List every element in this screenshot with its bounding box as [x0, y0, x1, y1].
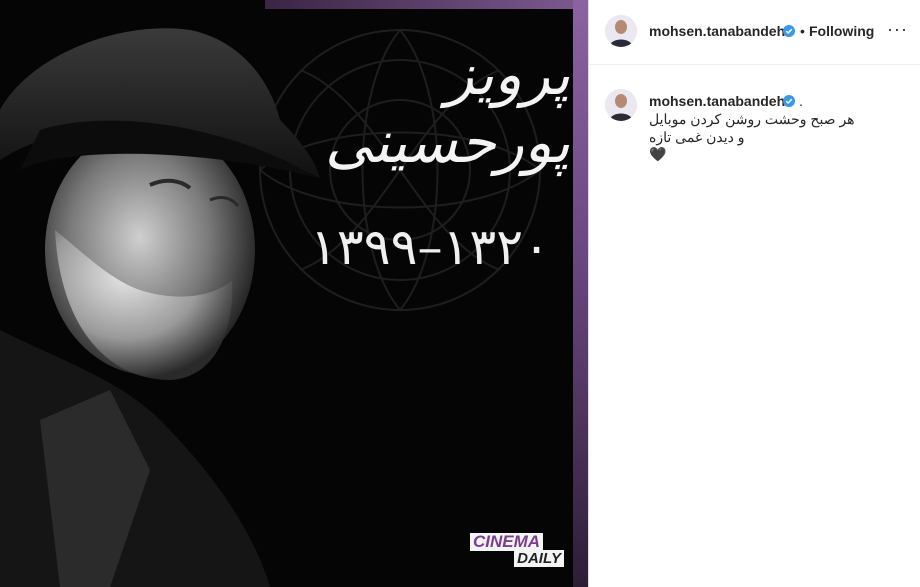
verified-badge-icon: [783, 25, 795, 37]
logo-text-bottom: DAILY: [514, 550, 564, 567]
post-header: mohsen.tanabandeh • Following ···: [589, 0, 920, 65]
cinema-daily-logo: CINEMA DAILY: [470, 533, 566, 569]
post-title-name: پرویز پورحسینی: [324, 40, 570, 176]
following-button[interactable]: Following: [809, 23, 874, 39]
avatar-image: [605, 89, 637, 121]
caption-line-2: و دیدن غمی تازه🖤: [649, 129, 745, 162]
caption-username[interactable]: mohsen.tanabandeh: [649, 93, 785, 109]
post-details-panel: mohsen.tanabandeh • Following ··· mohsen…: [589, 0, 920, 587]
caption-suffix: .: [799, 93, 803, 109]
purple-top-bar: [265, 0, 588, 9]
logo-text-top: CINEMA: [470, 533, 544, 551]
ellipsis-icon[interactable]: ···: [887, 19, 908, 40]
verified-badge-icon: [783, 95, 795, 107]
header-separator: •: [800, 23, 805, 39]
purple-side-bar: [573, 0, 588, 587]
caption-line-1: هر صبح وحشت روشن کردن موبایل: [649, 111, 855, 127]
header-username[interactable]: mohsen.tanabandeh: [649, 23, 785, 39]
post-years: ۱۳۹۹–۱۳۲۰: [310, 218, 550, 276]
avatar-image: [605, 15, 637, 47]
post-image[interactable]: پرویز پورحسینی ۱۳۹۹–۱۳۲۰ CINEMA DAILY: [0, 0, 588, 587]
avatar[interactable]: [605, 15, 637, 47]
caption-avatar[interactable]: [605, 89, 637, 121]
